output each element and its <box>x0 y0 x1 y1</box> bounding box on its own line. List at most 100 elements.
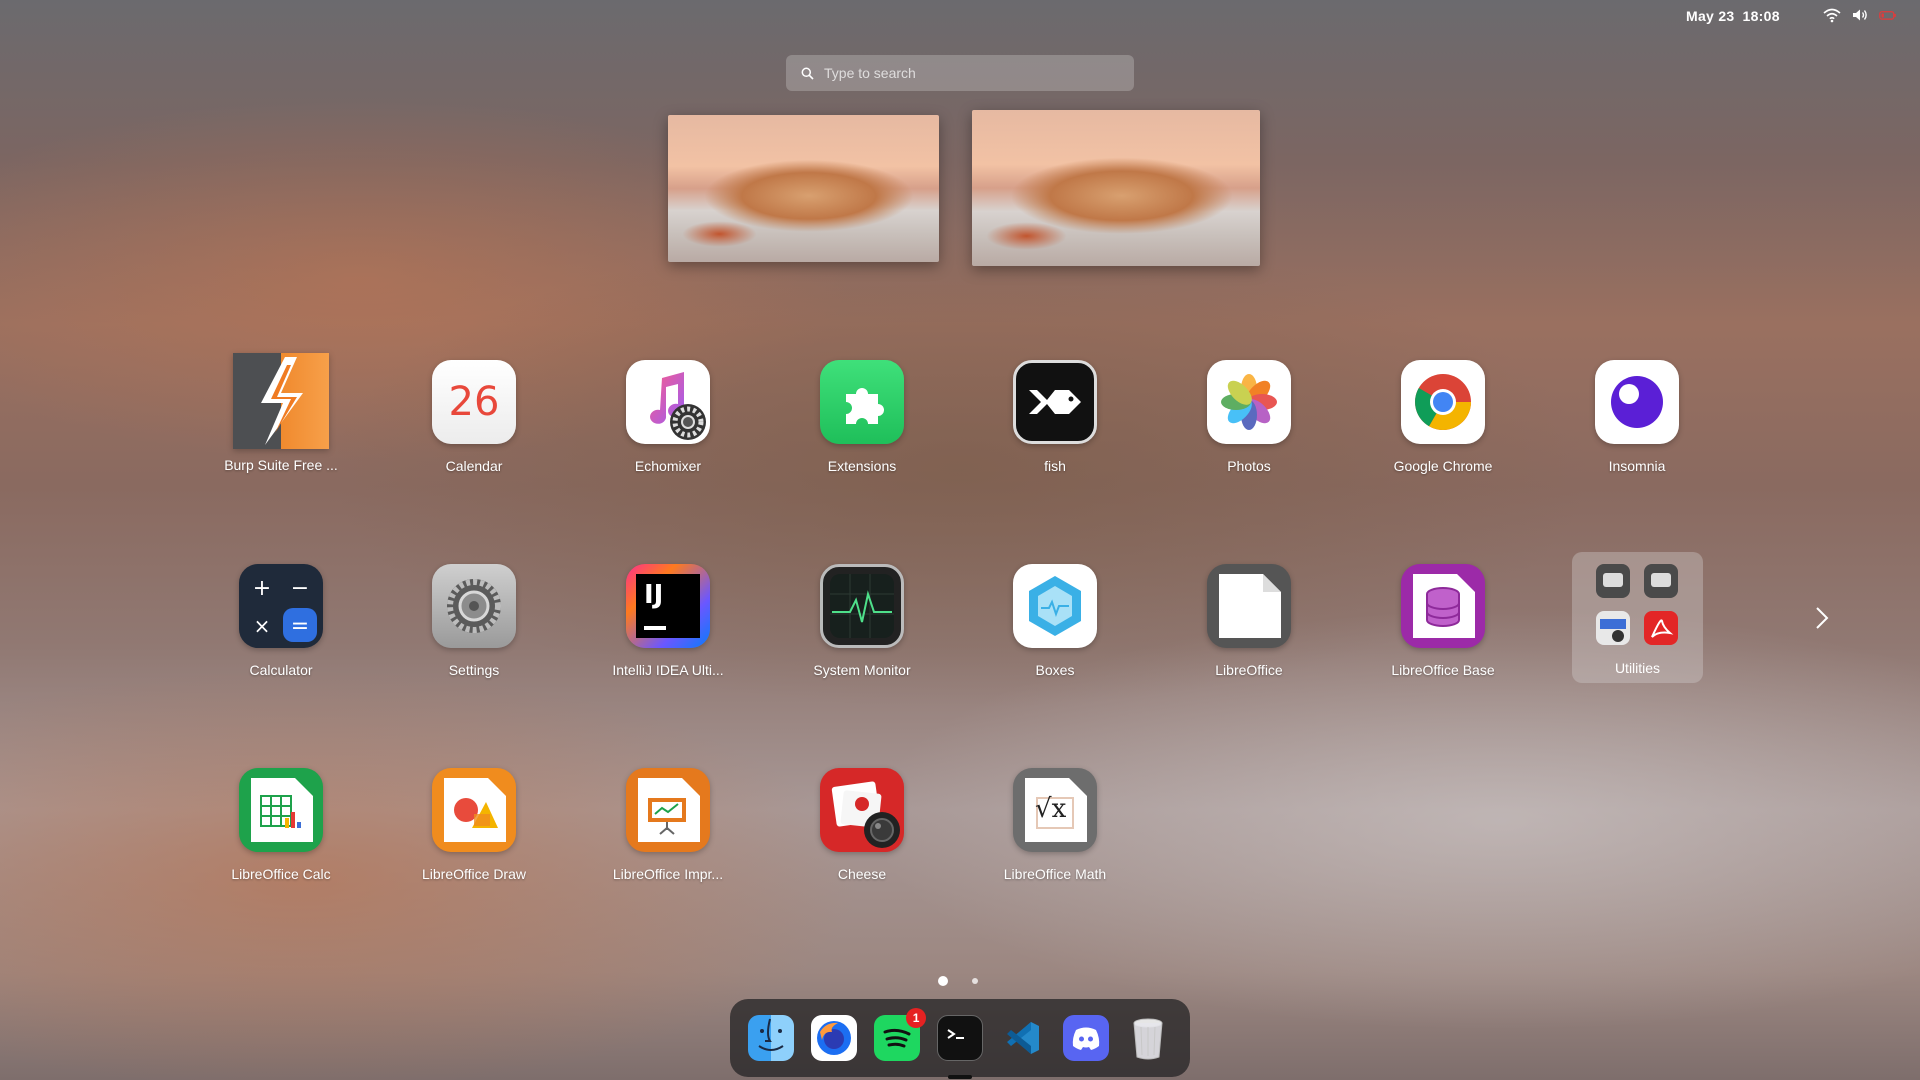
app-label: Calculator <box>249 662 313 678</box>
top-bar: May 23 18:08 <box>0 0 1920 30</box>
folder-utilities[interactable]: Utilities <box>1572 552 1703 683</box>
search-input[interactable] <box>822 64 1106 82</box>
app-label: Photos <box>1227 458 1271 474</box>
wifi-icon[interactable] <box>1823 7 1841 23</box>
notification-badge: 1 <box>906 1008 927 1028</box>
pdf-viewer-icon <box>1644 611 1678 645</box>
app-insomnia[interactable]: Insomnia <box>1562 360 1712 474</box>
app-libreoffice[interactable]: LibreOffice <box>1174 564 1324 678</box>
app-cheese[interactable]: Cheese <box>787 768 937 882</box>
settings-icon <box>432 564 516 648</box>
page-dot-2[interactable] <box>972 978 978 984</box>
firefox-icon[interactable] <box>811 1015 858 1061</box>
app-label: fish <box>1044 458 1066 474</box>
app-boxes[interactable]: Boxes <box>980 564 1130 678</box>
disks-icon <box>1596 564 1630 598</box>
workspace-thumbnail-1[interactable] <box>668 115 939 262</box>
app-burp-suite[interactable]: Burp Suite Free ... <box>206 353 356 473</box>
boxes-icon <box>1013 564 1097 648</box>
burp-suite-icon <box>233 353 329 449</box>
clock[interactable]: May 23 18:08 <box>1686 8 1788 24</box>
app-libreoffice-impress[interactable]: LibreOffice Impr... <box>593 768 743 882</box>
app-libreoffice-draw[interactable]: LibreOffice Draw <box>399 768 549 882</box>
svg-text:−: − <box>291 576 309 601</box>
app-label: Calendar <box>445 458 503 474</box>
app-label: System Monitor <box>813 662 911 678</box>
fish-icon <box>1013 360 1097 444</box>
clock-time: 18:08 <box>1742 8 1780 24</box>
extensions-icon <box>820 360 904 444</box>
app-label: LibreOffice Base <box>1391 662 1495 678</box>
app-label: LibreOffice <box>1215 662 1283 678</box>
echomixer-icon <box>626 360 710 444</box>
app-calendar[interactable]: 26 Calendar <box>399 360 549 474</box>
libreoffice-math-icon: √x <box>1013 768 1097 852</box>
app-libreoffice-math[interactable]: √x LibreOffice Math <box>980 768 1130 882</box>
photos-icon <box>1207 360 1291 444</box>
calendar-day: 26 <box>448 379 500 425</box>
trash-icon[interactable] <box>1125 1015 1171 1061</box>
calendar-icon: 26 <box>432 360 516 444</box>
dock: 1 <box>730 999 1190 1077</box>
app-photos[interactable]: Photos <box>1174 360 1324 474</box>
dock-active-indicator <box>948 1075 972 1079</box>
app-libreoffice-base[interactable]: LibreOffice Base <box>1368 564 1518 678</box>
chrome-icon <box>1401 360 1485 444</box>
screenshot-icon <box>1596 611 1630 645</box>
page-dot-1[interactable] <box>938 976 948 986</box>
battery-icon[interactable] <box>1879 7 1897 23</box>
system-tray[interactable] <box>1823 7 1897 23</box>
search-bar[interactable] <box>786 55 1134 91</box>
svg-text:×: × <box>254 614 271 638</box>
finder-icon[interactable] <box>748 1015 795 1061</box>
calculator-icon: + − × = <box>239 564 323 648</box>
search-icon <box>801 67 814 80</box>
cheese-icon <box>820 768 904 852</box>
intellij-glyph-box: IJ <box>636 574 700 638</box>
discord-icon[interactable] <box>1062 1015 1109 1061</box>
libreoffice-icon <box>1207 564 1291 648</box>
spotify-icon[interactable]: 1 <box>874 1008 927 1061</box>
libreoffice-base-icon <box>1401 564 1485 648</box>
app-libreoffice-calc[interactable]: LibreOffice Calc <box>206 768 356 882</box>
app-label: LibreOffice Calc <box>231 866 331 882</box>
app-google-chrome[interactable]: Google Chrome <box>1368 360 1518 474</box>
chevron-right-icon[interactable] <box>1812 603 1832 633</box>
svg-text:=: = <box>291 614 309 639</box>
app-label: IntelliJ IDEA Ulti... <box>612 662 724 678</box>
intellij-glyph: IJ <box>644 580 664 610</box>
app-extensions[interactable]: Extensions <box>787 360 937 474</box>
disk-usage-icon <box>1644 564 1678 598</box>
app-label: Insomnia <box>1608 458 1666 474</box>
libreoffice-impress-icon <box>626 768 710 852</box>
vscode-icon[interactable] <box>1000 1015 1046 1061</box>
app-label: Echomixer <box>634 458 702 474</box>
app-fish[interactable]: fish <box>980 360 1130 474</box>
folder-label: Utilities <box>1614 660 1661 676</box>
app-label: Google Chrome <box>1393 458 1493 474</box>
app-label: LibreOffice Math <box>1003 866 1107 882</box>
app-label: Burp Suite Free ... <box>224 457 338 473</box>
svg-text:+: + <box>253 576 271 601</box>
libreoffice-draw-icon <box>432 768 516 852</box>
volume-icon[interactable] <box>1851 7 1869 23</box>
terminal-icon[interactable] <box>936 1015 983 1061</box>
app-label: Settings <box>448 662 500 678</box>
libreoffice-calc-icon <box>239 768 323 852</box>
app-label: Extensions <box>827 458 897 474</box>
app-calculator[interactable]: + − × = Calculator <box>206 564 356 678</box>
page-indicator <box>938 976 978 986</box>
system-monitor-icon <box>820 564 904 648</box>
intellij-icon: IJ <box>626 564 710 648</box>
app-label: Cheese <box>837 866 887 882</box>
app-echomixer[interactable]: Echomixer <box>593 360 743 474</box>
app-label: Boxes <box>1035 662 1075 678</box>
app-label: LibreOffice Draw <box>421 866 526 882</box>
clock-date: May 23 <box>1686 8 1735 24</box>
app-intellij-idea[interactable]: IJ IntelliJ IDEA Ulti... <box>593 564 743 678</box>
insomnia-icon <box>1595 360 1679 444</box>
math-glyph: √x <box>1035 794 1067 824</box>
workspace-thumbnail-2[interactable] <box>972 110 1260 266</box>
app-settings[interactable]: Settings <box>399 564 549 678</box>
app-system-monitor[interactable]: System Monitor <box>787 564 937 678</box>
